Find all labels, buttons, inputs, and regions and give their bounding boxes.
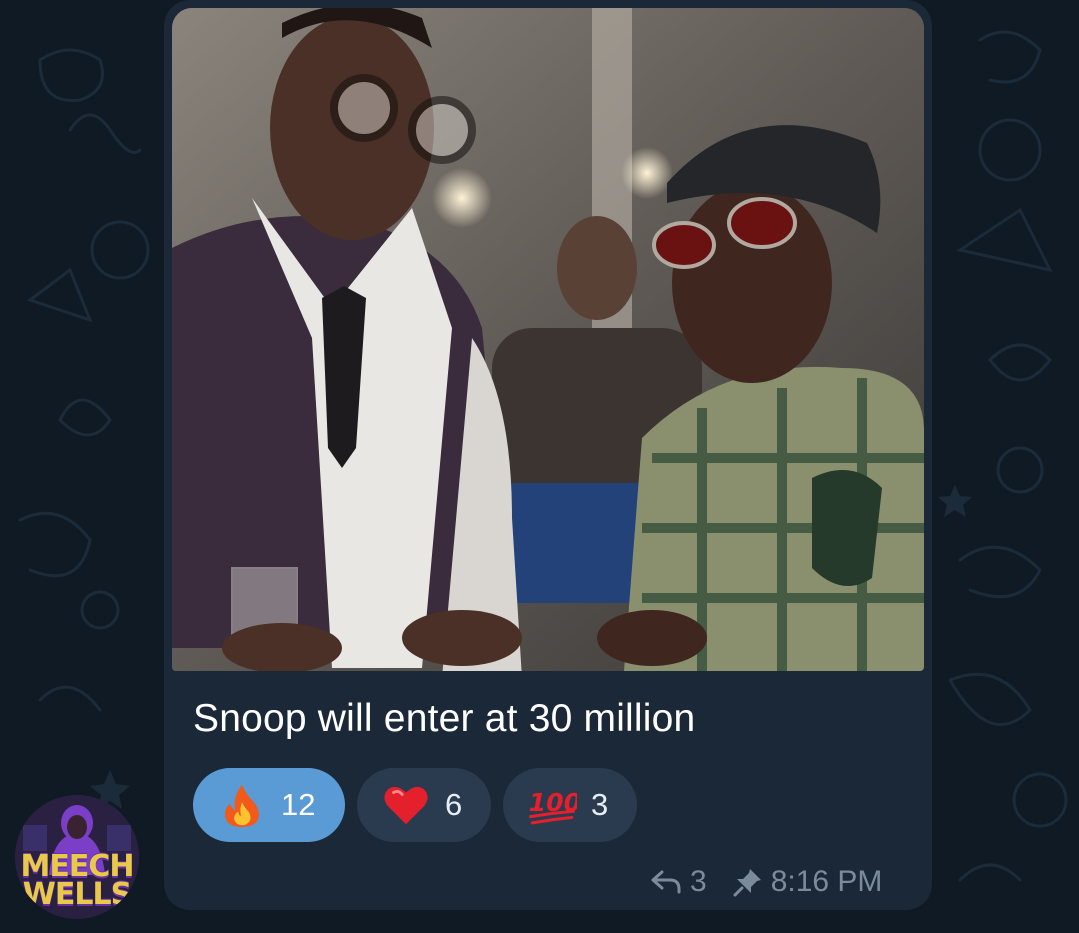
sender-avatar[interactable]: MEECH WELLS: [15, 795, 139, 919]
message-caption: Snoop will enter at 30 million: [193, 697, 696, 740]
message-meta: 3 8:16 PM: [650, 862, 882, 902]
message-time: 8:16 PM: [770, 865, 883, 898]
heart-icon: [381, 780, 431, 830]
reply-count[interactable]: 3: [690, 865, 707, 899]
reaction-heart[interactable]: 6: [357, 768, 491, 842]
hundred-points-icon: 100: [527, 780, 577, 830]
reaction-count: 3: [591, 787, 609, 822]
reply-icon[interactable]: [650, 868, 682, 896]
reaction-count: 6: [445, 787, 463, 822]
fire-icon: [217, 780, 267, 830]
reaction-fire[interactable]: 12: [193, 768, 345, 842]
message-photo[interactable]: [172, 8, 924, 671]
reaction-count: 12: [281, 787, 316, 822]
avatar-logo-text: MEECH WELLS: [20, 849, 135, 912]
reaction-hundred[interactable]: 100 3: [503, 768, 637, 842]
pin-icon: [733, 867, 763, 897]
